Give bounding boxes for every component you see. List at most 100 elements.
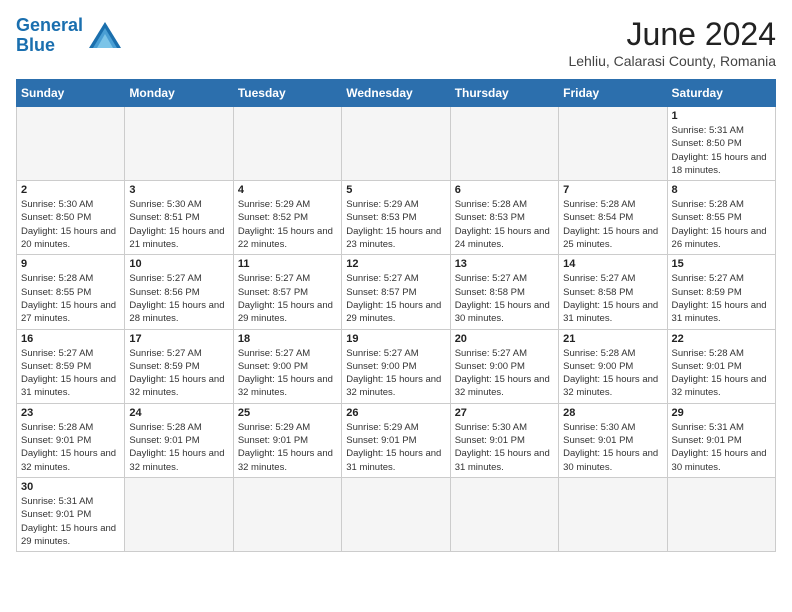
logo-text: General Blue	[16, 16, 83, 56]
calendar-cell: 30 Sunrise: 5:31 AM Sunset: 9:01 PM Dayli…	[17, 477, 125, 551]
day-number: 19	[346, 333, 445, 345]
calendar-cell	[17, 107, 125, 181]
calendar-cell	[233, 107, 341, 181]
calendar-cell: 4Sunrise: 5:29 AM Sunset: 8:52 PM Daylig…	[233, 181, 341, 255]
calendar-cell: 7 Sunrise: 5:28 AM Sunset: 8:54 PM Daylig…	[559, 181, 667, 255]
day-number: 9	[21, 258, 120, 270]
day-number: 17	[129, 333, 228, 345]
day-number: 5	[346, 184, 445, 196]
logo-icon	[87, 20, 123, 52]
day-info: Sunrise: 5:27 AM Sunset: 8:57 PM Dayligh…	[238, 272, 337, 325]
day-number: 10	[129, 258, 228, 270]
day-info: Sunrise: 5:30 AM Sunset: 9:01 PM Dayligh…	[563, 421, 662, 474]
calendar-cell: 11Sunrise: 5:27 AM Sunset: 8:57 PM Dayli…	[233, 255, 341, 329]
calendar-cell	[342, 477, 450, 551]
calendar-cell: 5 Sunrise: 5:29 AM Sunset: 8:53 PM Daylig…	[342, 181, 450, 255]
calendar-row-4: 23Sunrise: 5:28 AM Sunset: 9:01 PM Dayli…	[17, 403, 776, 477]
calendar-row-5: 30 Sunrise: 5:31 AM Sunset: 9:01 PM Dayli…	[17, 477, 776, 551]
calendar-row-0: 1 Sunrise: 5:31 AM Sunset: 8:50 PM Daylig…	[17, 107, 776, 181]
day-info: Sunrise: 5:28 AM Sunset: 9:01 PM Dayligh…	[129, 421, 228, 474]
day-number: 29	[672, 407, 771, 419]
calendar-cell: 25 Sunrise: 5:29 AM Sunset: 9:01 PM Dayli…	[233, 403, 341, 477]
day-info: Sunrise: 5:29 AM Sunset: 8:53 PM Dayligh…	[346, 198, 445, 251]
day-info: Sunrise: 5:27 AM Sunset: 9:00 PM Dayligh…	[238, 347, 337, 400]
day-info: Sunrise: 5:31 AM Sunset: 9:01 PM Dayligh…	[672, 421, 771, 474]
day-info: Sunrise: 5:31 AM Sunset: 9:01 PM Dayligh…	[21, 495, 120, 548]
weekday-header-tuesday: Tuesday	[233, 80, 341, 107]
day-number: 30	[21, 481, 120, 493]
day-info: Sunrise: 5:30 AM Sunset: 8:51 PM Dayligh…	[129, 198, 228, 251]
calendar-cell	[125, 477, 233, 551]
day-number: 27	[455, 407, 554, 419]
day-number: 8	[672, 184, 771, 196]
calendar-cell: 15 Sunrise: 5:27 AM Sunset: 8:59 PM Dayli…	[667, 255, 775, 329]
calendar-cell: 8 Sunrise: 5:28 AM Sunset: 8:55 PM Daylig…	[667, 181, 775, 255]
day-info: Sunrise: 5:28 AM Sunset: 8:54 PM Dayligh…	[563, 198, 662, 251]
day-info: Sunrise: 5:30 AM Sunset: 8:50 PM Dayligh…	[21, 198, 120, 251]
calendar-cell: 1 Sunrise: 5:31 AM Sunset: 8:50 PM Daylig…	[667, 107, 775, 181]
main-title: June 2024	[568, 16, 776, 53]
day-info: Sunrise: 5:27 AM Sunset: 9:00 PM Dayligh…	[346, 347, 445, 400]
day-number: 7	[563, 184, 662, 196]
calendar-row-1: 2 Sunrise: 5:30 AM Sunset: 8:50 PM Daylig…	[17, 181, 776, 255]
day-info: Sunrise: 5:30 AM Sunset: 9:01 PM Dayligh…	[455, 421, 554, 474]
calendar-cell	[125, 107, 233, 181]
day-number: 25	[238, 407, 337, 419]
day-number: 22	[672, 333, 771, 345]
day-info: Sunrise: 5:27 AM Sunset: 8:57 PM Dayligh…	[346, 272, 445, 325]
day-info: Sunrise: 5:29 AM Sunset: 9:01 PM Dayligh…	[238, 421, 337, 474]
calendar-cell: 18 Sunrise: 5:27 AM Sunset: 9:00 PM Dayli…	[233, 329, 341, 403]
day-number: 4	[238, 184, 337, 196]
calendar-cell: 13Sunrise: 5:27 AM Sunset: 8:58 PM Dayli…	[450, 255, 558, 329]
day-number: 1	[672, 110, 771, 122]
calendar-table: SundayMondayTuesdayWednesdayThursdayFrid…	[16, 79, 776, 552]
calendar-cell	[450, 107, 558, 181]
calendar-cell	[667, 477, 775, 551]
calendar-cell	[233, 477, 341, 551]
calendar-cell: 19 Sunrise: 5:27 AM Sunset: 9:00 PM Dayli…	[342, 329, 450, 403]
calendar-cell: 28Sunrise: 5:30 AM Sunset: 9:01 PM Dayli…	[559, 403, 667, 477]
calendar-cell: 6Sunrise: 5:28 AM Sunset: 8:53 PM Daylig…	[450, 181, 558, 255]
calendar-cell: 16Sunrise: 5:27 AM Sunset: 8:59 PM Dayli…	[17, 329, 125, 403]
day-info: Sunrise: 5:28 AM Sunset: 9:00 PM Dayligh…	[563, 347, 662, 400]
day-number: 18	[238, 333, 337, 345]
day-info: Sunrise: 5:28 AM Sunset: 8:53 PM Dayligh…	[455, 198, 554, 251]
calendar-cell: 10Sunrise: 5:27 AM Sunset: 8:56 PM Dayli…	[125, 255, 233, 329]
day-number: 3	[129, 184, 228, 196]
day-info: Sunrise: 5:27 AM Sunset: 9:00 PM Dayligh…	[455, 347, 554, 400]
logo: General Blue	[16, 16, 123, 56]
day-info: Sunrise: 5:28 AM Sunset: 8:55 PM Dayligh…	[672, 198, 771, 251]
day-number: 21	[563, 333, 662, 345]
day-info: Sunrise: 5:31 AM Sunset: 8:50 PM Dayligh…	[672, 124, 771, 177]
calendar-cell: 26Sunrise: 5:29 AM Sunset: 9:01 PM Dayli…	[342, 403, 450, 477]
weekday-header-saturday: Saturday	[667, 80, 775, 107]
calendar-cell	[342, 107, 450, 181]
day-info: Sunrise: 5:27 AM Sunset: 8:58 PM Dayligh…	[563, 272, 662, 325]
day-info: Sunrise: 5:27 AM Sunset: 8:59 PM Dayligh…	[672, 272, 771, 325]
calendar-cell: 3 Sunrise: 5:30 AM Sunset: 8:51 PM Daylig…	[125, 181, 233, 255]
weekday-header-thursday: Thursday	[450, 80, 558, 107]
day-info: Sunrise: 5:29 AM Sunset: 9:01 PM Dayligh…	[346, 421, 445, 474]
calendar-cell: 14 Sunrise: 5:27 AM Sunset: 8:58 PM Dayli…	[559, 255, 667, 329]
calendar-row-2: 9Sunrise: 5:28 AM Sunset: 8:55 PM Daylig…	[17, 255, 776, 329]
calendar-cell: 24Sunrise: 5:28 AM Sunset: 9:01 PM Dayli…	[125, 403, 233, 477]
calendar-cell	[450, 477, 558, 551]
calendar-cell: 17 Sunrise: 5:27 AM Sunset: 8:59 PM Dayli…	[125, 329, 233, 403]
calendar-cell: 12Sunrise: 5:27 AM Sunset: 8:57 PM Dayli…	[342, 255, 450, 329]
calendar-cell: 29 Sunrise: 5:31 AM Sunset: 9:01 PM Dayli…	[667, 403, 775, 477]
day-number: 14	[563, 258, 662, 270]
day-info: Sunrise: 5:27 AM Sunset: 8:59 PM Dayligh…	[129, 347, 228, 400]
day-number: 2	[21, 184, 120, 196]
calendar-cell	[559, 107, 667, 181]
calendar-row-3: 16 Sunrise: 5:27 AM Sunset: 8:59 PM Dayli…	[17, 329, 776, 403]
calendar-cell: 27 Sunrise: 5:30 AM Sunset: 9:01 PM Dayli…	[450, 403, 558, 477]
day-info: Sunrise: 5:28 AM Sunset: 9:01 PM Dayligh…	[21, 421, 120, 474]
calendar-cell: 20 Sunrise: 5:27 AM Sunset: 9:00 PM Dayli…	[450, 329, 558, 403]
calendar-cell	[559, 477, 667, 551]
subtitle: Lehliu, Calarasi County, Romania	[568, 53, 776, 69]
calendar-cell: 23Sunrise: 5:28 AM Sunset: 9:01 PM Dayli…	[17, 403, 125, 477]
day-number: 20	[455, 333, 554, 345]
day-number: 16	[21, 333, 120, 345]
weekday-header-wednesday: Wednesday	[342, 80, 450, 107]
day-number: 15	[672, 258, 771, 270]
